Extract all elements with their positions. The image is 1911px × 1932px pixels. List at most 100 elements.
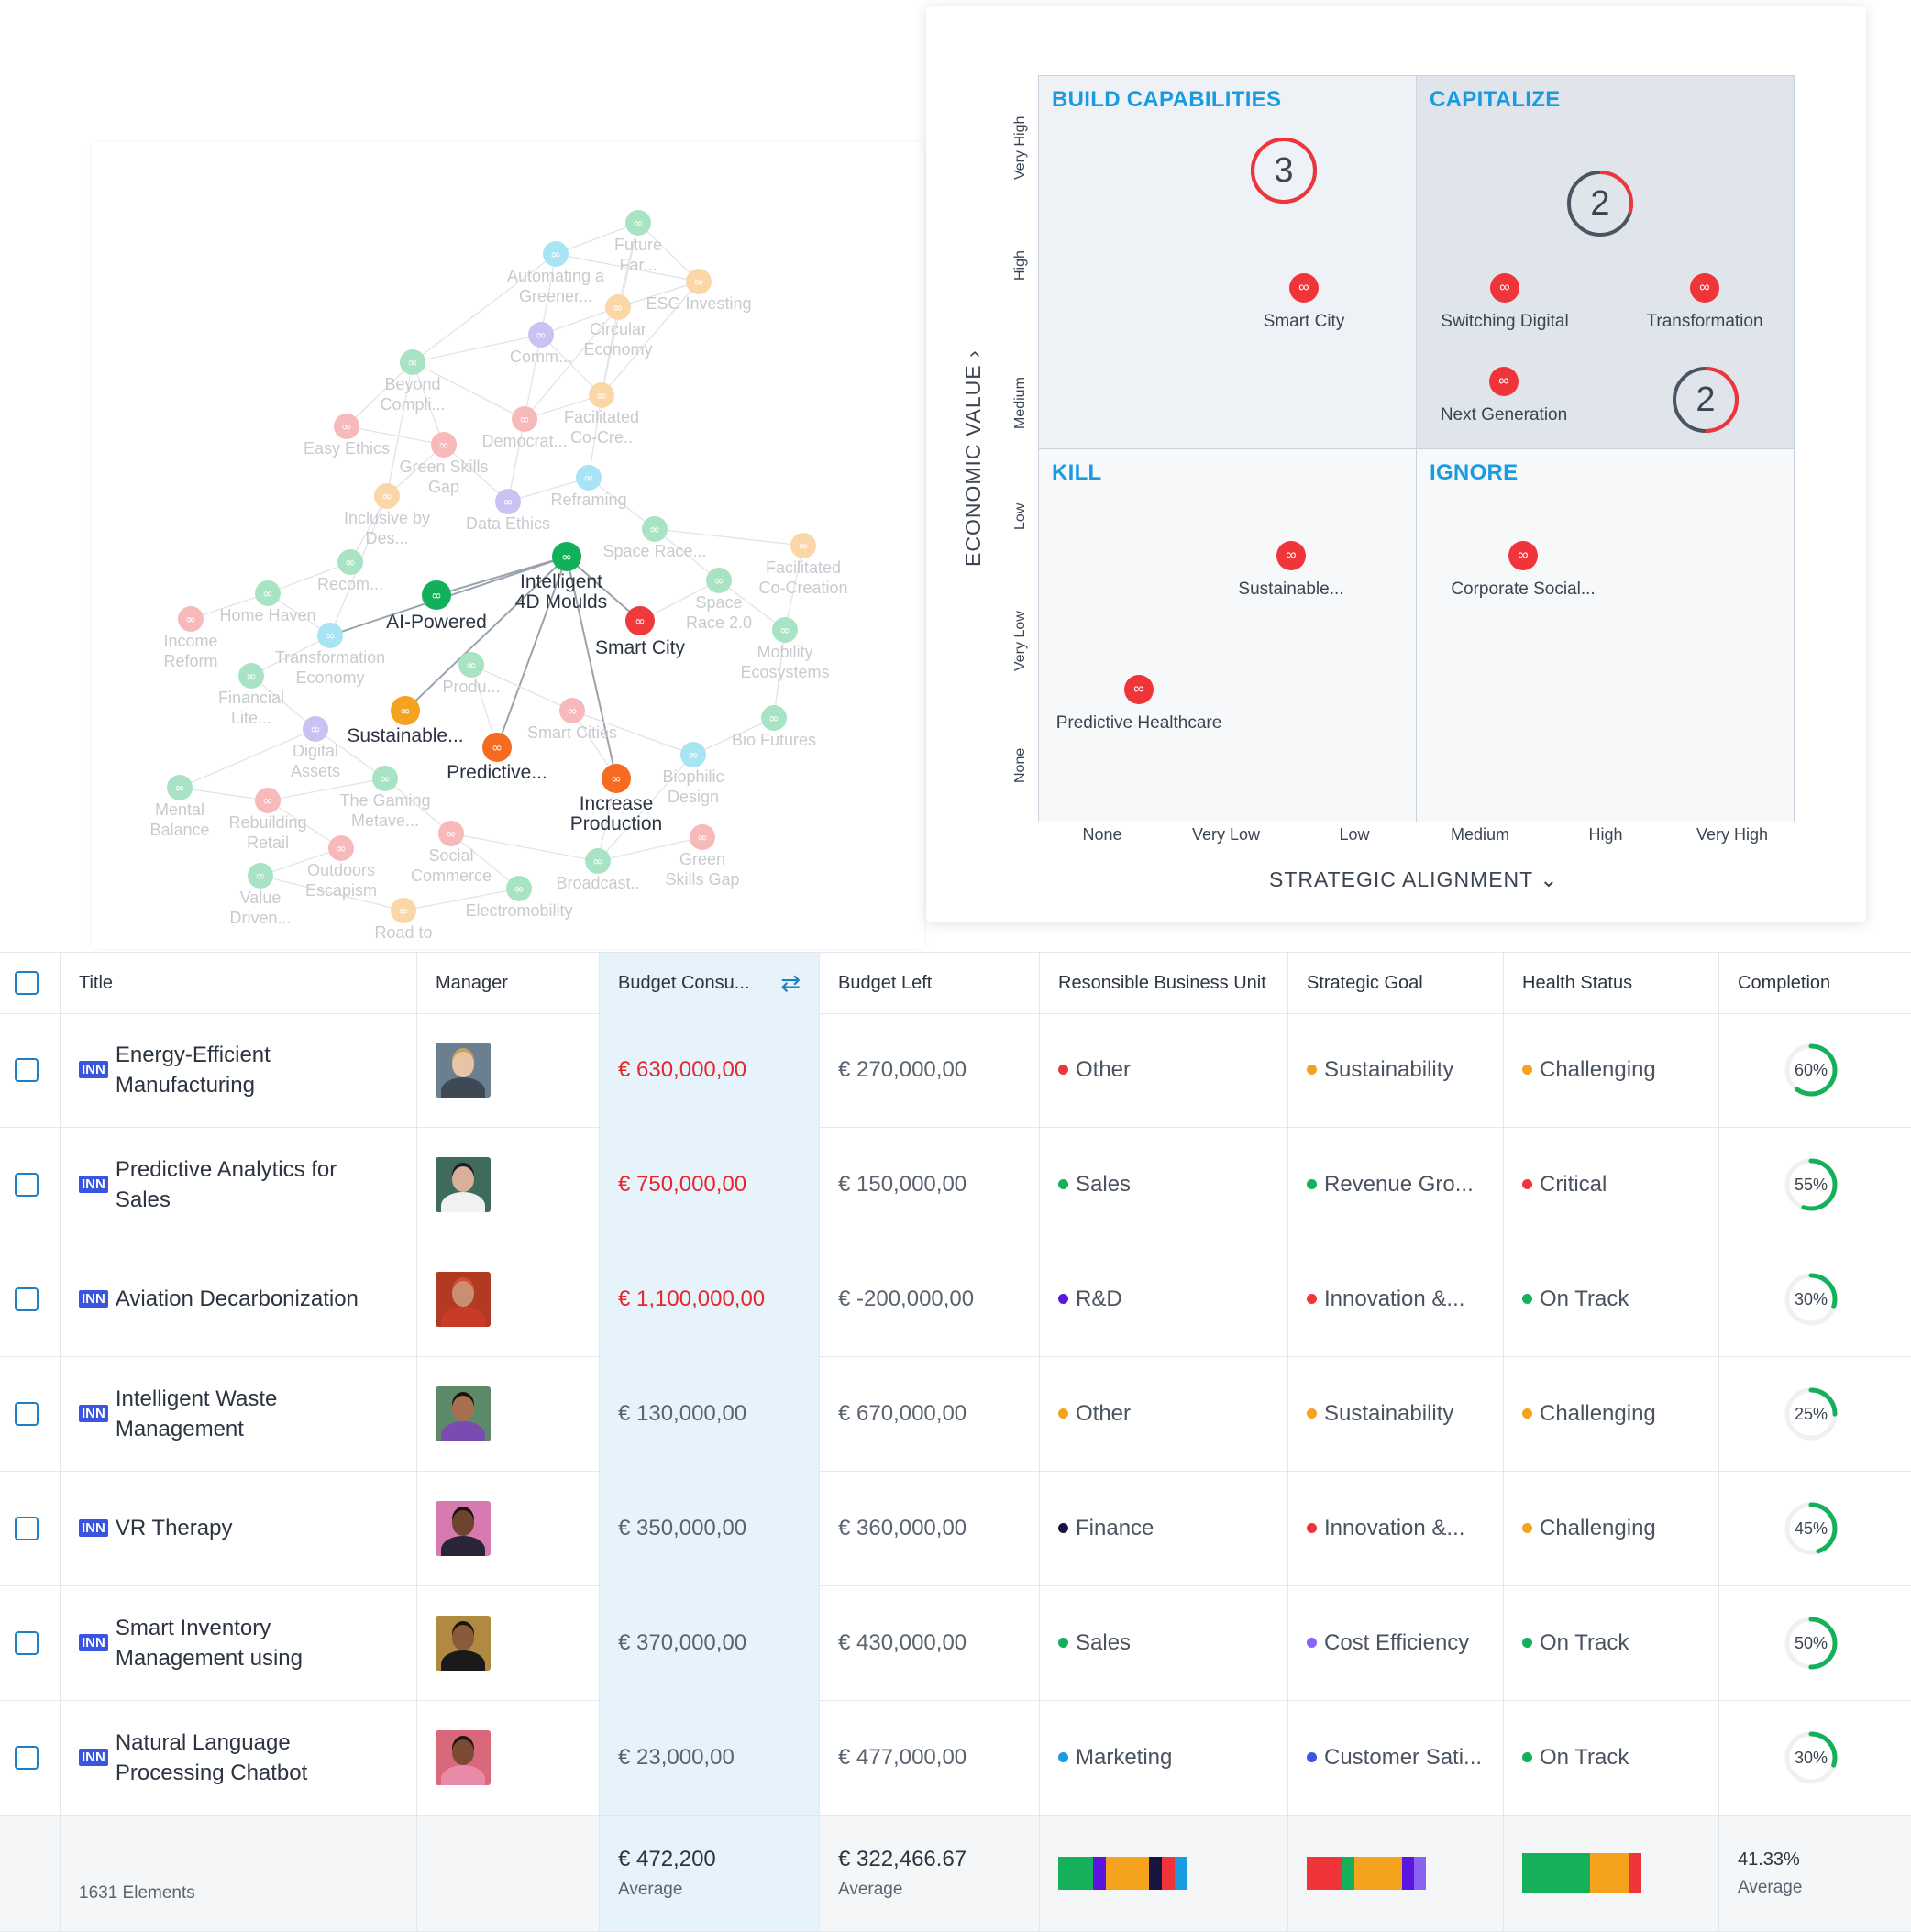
stacked-bar-segment[interactable] [1342,1857,1354,1890]
initiative-title[interactable]: Predictive Analytics for Sales [116,1154,391,1215]
health-stacked-bar[interactable] [1522,1853,1641,1893]
row-checkbox[interactable] [15,1286,39,1311]
stacked-bar-segment[interactable] [1105,1857,1150,1890]
initiative-title[interactable]: Energy-Efficient Manufacturing [116,1040,391,1100]
manager-avatar[interactable] [436,1615,491,1671]
x-axis-title[interactable]: STRATEGIC ALIGNMENT ⌄ [1269,867,1558,892]
stacked-bar-segment[interactable] [1092,1857,1106,1890]
graph-node[interactable]: ∞ Digital Assets [291,716,340,780]
initiative-label[interactable]: Sustainable... [1238,580,1343,600]
graph-node[interactable]: ∞ Smart City [595,606,686,658]
cluster-count-badge[interactable]: 2 [1671,365,1740,435]
manager-avatar[interactable] [436,1156,491,1212]
stacked-bar-segment[interactable] [1162,1857,1176,1890]
column-header-health-status[interactable]: Health Status [1504,953,1719,1013]
graph-node[interactable]: ∞ Democrat... [481,406,568,450]
manager-avatar[interactable] [436,1271,491,1327]
stacked-bar-segment[interactable] [1354,1857,1402,1890]
graph-node[interactable]: ∞ Data Ethics [466,489,550,533]
initiative-title[interactable]: Smart Inventory Management using [116,1613,391,1673]
column-header-title[interactable]: Title [61,953,417,1013]
graph-node[interactable]: ∞ The GamingMetave... [339,766,431,830]
manager-avatar[interactable] [436,1500,491,1556]
cluster-count-badge[interactable]: 2 [1565,169,1635,238]
graph-node[interactable]: ∞ Intelligent4D Moulds [515,542,607,613]
initiative-label[interactable]: Transformation [1646,312,1762,332]
table-row[interactable]: INN Energy-Efficient Manufacturing € 630,0… [0,1012,1911,1128]
initiative-pin-icon[interactable]: ∞ [1276,541,1306,570]
select-all-checkbox[interactable] [15,971,39,995]
manager-avatar[interactable] [436,1386,491,1441]
graph-node[interactable]: ∞ Road to [374,898,433,942]
title-cell[interactable]: INN Energy-Efficient Manufacturing [61,1012,417,1127]
initiative-pin-icon[interactable]: ∞ [1490,273,1519,303]
table-row[interactable]: INN Aviation Decarbonization € 1,100,000,0… [0,1242,1911,1357]
title-cell[interactable]: INN Smart Inventory Management using [61,1585,417,1700]
table-row[interactable]: INN Predictive Analytics for Sales € 750,0… [0,1127,1911,1242]
title-cell[interactable]: INN Predictive Analytics for Sales [61,1127,417,1242]
initiative-label[interactable]: Smart City [1264,312,1345,332]
column-header-strategic-goal[interactable]: Strategic Goal [1288,953,1504,1013]
y-axis-title[interactable]: ECONOMIC VALUE › [961,349,986,567]
initiative-title[interactable]: Aviation Decarbonization [116,1284,391,1314]
column-header-manager[interactable]: Manager [417,953,600,1013]
filter-settings-icon[interactable]: ⇄ [780,969,801,998]
graph-node[interactable]: ∞ Beyond Compli... [380,349,446,414]
row-checkbox[interactable] [15,1401,39,1426]
column-header-completion[interactable]: Completion [1719,953,1911,1013]
graph-node[interactable]: ∞ Home Haven [219,580,316,624]
stacked-bar-segment[interactable] [1307,1857,1342,1890]
title-cell[interactable]: INN Intelligent Waste Management [61,1356,417,1471]
graph-node[interactable]: ∞ Green Skills Gap [399,432,489,496]
stacked-bar-segment[interactable] [1522,1853,1591,1893]
row-checkbox[interactable] [15,1516,39,1540]
initiative-pin-icon[interactable]: ∞ [1124,675,1154,704]
stacked-bar-segment[interactable] [1629,1853,1641,1893]
graph-node[interactable]: ∞ Future Far... [614,210,662,274]
initiative-title[interactable]: VR Therapy [116,1513,391,1543]
initiative-label[interactable]: Corporate Social... [1451,580,1595,600]
initiative-title[interactable]: Natural Language Processing Chatbot [116,1728,391,1788]
graph-node[interactable]: ∞ Space Race... [602,516,707,560]
title-cell[interactable]: INN VR Therapy [61,1471,417,1585]
graph-node[interactable]: ∞ IncreaseProduction [570,764,662,834]
initiative-label[interactable]: Predictive Healthcare [1056,713,1222,734]
stacked-bar-segment[interactable] [1149,1857,1163,1890]
graph-node[interactable]: ∞ Inclusive by Des... [344,483,430,547]
strategic-goal-stacked-bar[interactable] [1307,1857,1426,1890]
title-cell[interactable]: INN Aviation Decarbonization [61,1242,417,1356]
table-row[interactable]: INN Natural Language Processing Chatbot € … [0,1700,1911,1816]
graph-node[interactable]: ∞ Automating a Greener... [507,241,605,305]
initiative-label[interactable]: Next Generation [1441,405,1567,425]
graph-node[interactable]: ∞ Bio Futures [732,705,816,749]
stacked-bar-segment[interactable] [1414,1857,1426,1890]
graph-node[interactable]: ∞ ESG Investing [646,269,752,313]
graph-node[interactable]: ∞ Income Reform [163,606,218,670]
graph-node[interactable]: ∞ Comm... [510,322,572,366]
graph-node[interactable]: ∞ Easy Ethics [304,414,390,458]
column-header-budget-consumed[interactable]: Budget Consu... ⇄ [600,953,820,1013]
network-graph-panel[interactable]: ∞ Future Far... ∞ Automating a Greener... ∞ ESG… [92,142,924,949]
graph-node[interactable]: ∞ Mobility Ecosystems [740,617,830,681]
row-checkbox[interactable] [15,1630,39,1655]
initiative-pin-icon[interactable]: ∞ [1690,273,1719,303]
graph-node[interactable]: ∞ Value Driven... [229,863,292,927]
table-row[interactable]: INN VR Therapy € 350,000,00 € 360,000,00 Fin… [0,1471,1911,1586]
table-row[interactable]: INN Intelligent Waste Management € 130,000… [0,1356,1911,1472]
graph-node[interactable]: ∞ Rebuilding Retail [228,788,307,852]
stacked-bar-segment[interactable] [1175,1857,1187,1890]
quadrant-kill[interactable]: KILL [1038,448,1417,822]
row-checkbox[interactable] [15,1172,39,1197]
title-cell[interactable]: INN Natural Language Processing Chatbot [61,1700,417,1815]
quadrant-ignore[interactable]: IGNORE [1416,448,1795,822]
quadrant-build-capabilities[interactable]: BUILD CAPABILITIES [1038,75,1417,449]
column-header-budget-left[interactable]: Budget Left [820,953,1040,1013]
cluster-count-badge[interactable]: 3 [1249,136,1319,205]
business-unit-stacked-bar[interactable] [1058,1857,1187,1890]
initiative-pin-icon[interactable]: ∞ [1489,367,1519,396]
graph-node[interactable]: ∞ Outdoors Escapism [305,835,377,900]
graph-node[interactable]: ∞ Green Skills Gap [665,824,740,889]
column-header-business-unit[interactable]: Resonsible Business Unit [1040,953,1288,1013]
graph-node[interactable]: ∞ Sustainable... [347,696,464,746]
graph-node[interactable]: ∞ Mental Balance [149,775,210,839]
